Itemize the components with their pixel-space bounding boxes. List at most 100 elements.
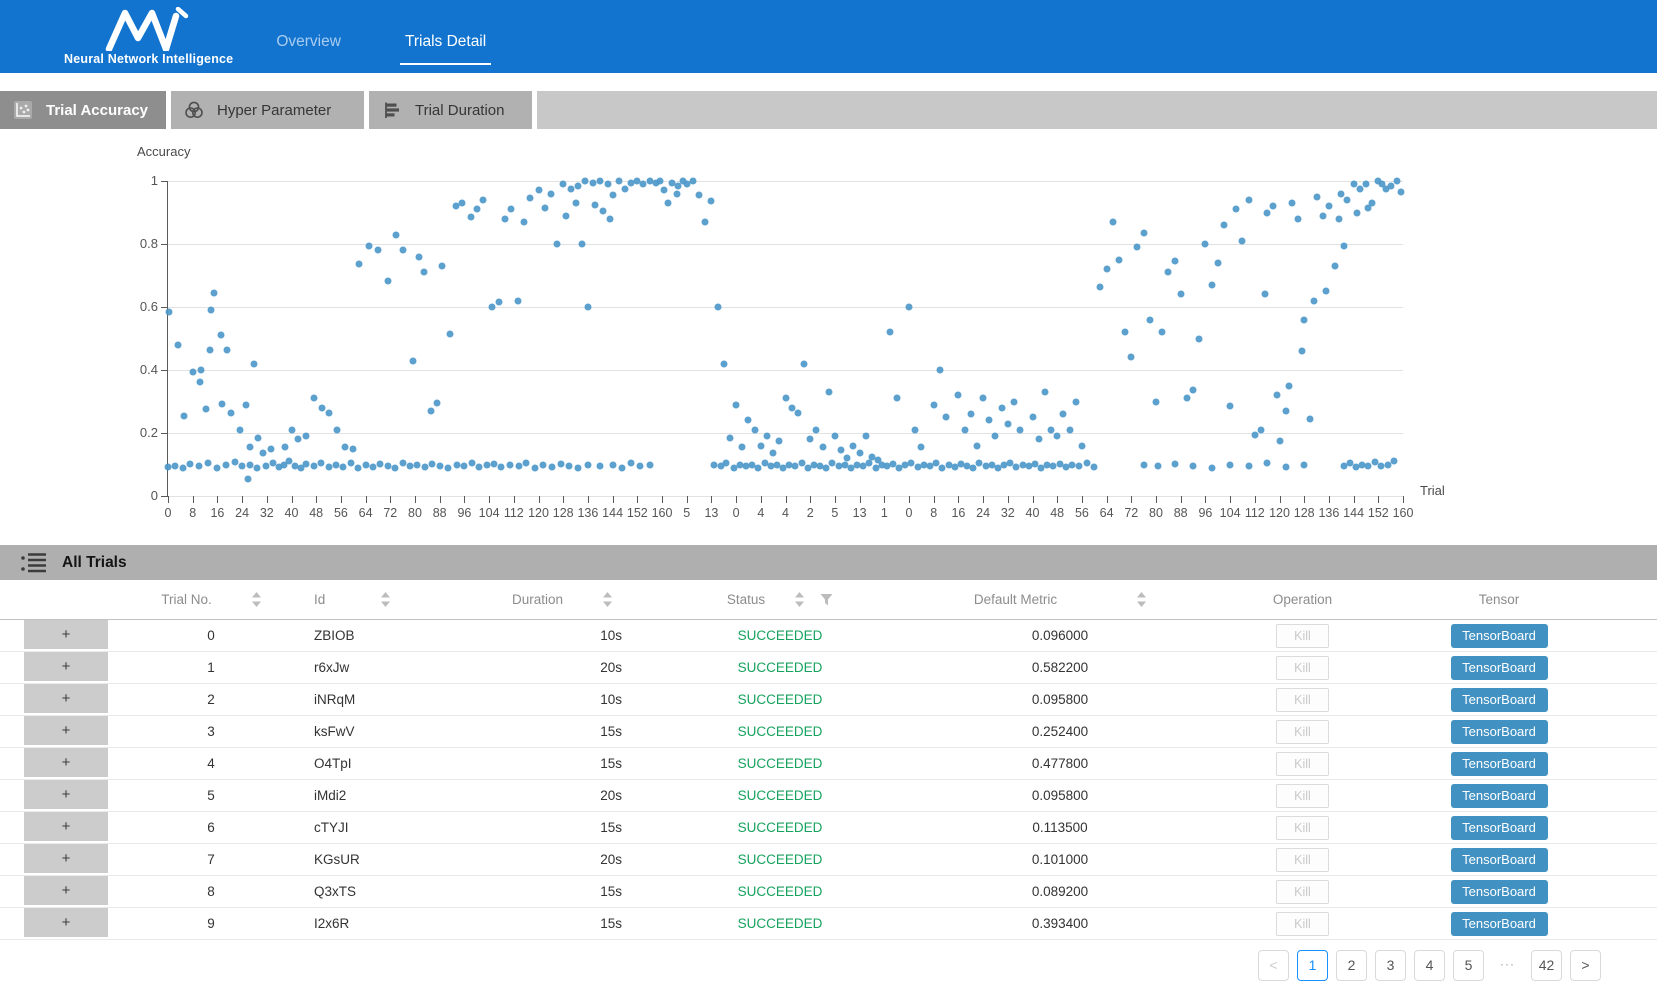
scatter-point[interactable] <box>562 212 569 219</box>
scatter-point[interactable] <box>1004 420 1011 427</box>
scatter-point[interactable] <box>165 464 172 471</box>
tab-trial-duration[interactable]: Trial Duration <box>369 91 532 129</box>
scatter-point[interactable] <box>439 263 446 270</box>
row-expander[interactable]: + <box>24 876 108 907</box>
scatter-point[interactable] <box>1245 196 1252 203</box>
scatter-point[interactable] <box>179 464 186 471</box>
scatter-point[interactable] <box>887 329 894 336</box>
scatter-point[interactable] <box>560 181 567 188</box>
scatter-point[interactable] <box>198 367 205 374</box>
scatter-point[interactable] <box>384 463 391 470</box>
scatter-point[interactable] <box>1060 411 1067 418</box>
kill-button[interactable]: Kill <box>1276 784 1329 808</box>
scatter-point[interactable] <box>467 214 474 221</box>
scatter-point[interactable] <box>458 200 465 207</box>
filter-icon[interactable] <box>820 593 833 606</box>
page-button[interactable]: 3 <box>1375 950 1406 981</box>
scatter-point[interactable] <box>332 462 339 469</box>
scatter-point[interactable] <box>751 426 758 433</box>
scatter-point[interactable] <box>661 187 668 194</box>
scatter-point[interactable] <box>1134 244 1141 251</box>
scatter-point[interactable] <box>567 185 574 192</box>
scatter-point[interactable] <box>714 304 721 311</box>
scatter-point[interactable] <box>607 215 614 222</box>
scatter-point[interactable] <box>1387 182 1394 189</box>
scatter-point[interactable] <box>1282 464 1289 471</box>
page-button[interactable]: 1 <box>1297 950 1328 981</box>
scatter-point[interactable] <box>1220 222 1227 229</box>
scatter-point[interactable] <box>515 463 522 470</box>
scatter-point[interactable] <box>498 464 505 471</box>
scatter-point[interactable] <box>549 463 556 470</box>
column-status[interactable]: Status <box>680 580 880 619</box>
scatter-point[interactable] <box>739 444 746 451</box>
scatter-point[interactable] <box>246 461 253 468</box>
scatter-point[interactable] <box>318 459 325 466</box>
scatter-point[interactable] <box>197 378 204 385</box>
scatter-point[interactable] <box>535 187 542 194</box>
scatter-point[interactable] <box>495 299 502 306</box>
scatter-point[interactable] <box>1356 185 1363 192</box>
scatter-point[interactable] <box>1017 426 1024 433</box>
scatter-point[interactable] <box>733 401 740 408</box>
scatter-point[interactable] <box>1270 203 1277 210</box>
scatter-point[interactable] <box>1393 178 1400 185</box>
scatter-point[interactable] <box>819 444 826 451</box>
scatter-point[interactable] <box>461 463 468 470</box>
sort-arrows-icon[interactable] <box>381 592 390 607</box>
scatter-point[interactable] <box>973 442 980 449</box>
scatter-point[interactable] <box>187 461 194 468</box>
scatter-point[interactable] <box>597 463 604 470</box>
scatter-point[interactable] <box>936 367 943 374</box>
chart-plot-area[interactable]: 10.80.60.40.2008162432404856647280889610… <box>167 181 1403 497</box>
scatter-point[interactable] <box>420 269 427 276</box>
tensorboard-button[interactable]: TensorBoard <box>1451 848 1548 872</box>
scatter-point[interactable] <box>1159 329 1166 336</box>
kill-button[interactable]: Kill <box>1276 848 1329 872</box>
scatter-point[interactable] <box>203 405 210 412</box>
scatter-point[interactable] <box>224 347 231 354</box>
scatter-point[interactable] <box>219 401 226 408</box>
scatter-point[interactable] <box>491 460 498 467</box>
scatter-point[interactable] <box>1295 215 1302 222</box>
scatter-point[interactable] <box>239 463 246 470</box>
scatter-point[interactable] <box>384 277 391 284</box>
scatter-point[interactable] <box>1091 464 1098 471</box>
scatter-point[interactable] <box>776 437 783 444</box>
scatter-point[interactable] <box>340 463 347 470</box>
sort-arrows-icon[interactable] <box>1137 592 1146 607</box>
scatter-point[interactable] <box>1041 389 1048 396</box>
scatter-point[interactable] <box>1103 266 1110 273</box>
scatter-point[interactable] <box>1307 415 1314 422</box>
scatter-point[interactable] <box>399 247 406 254</box>
scatter-point[interactable] <box>181 412 188 419</box>
scatter-point[interactable] <box>255 434 262 441</box>
kill-button[interactable]: Kill <box>1276 624 1329 648</box>
scatter-point[interactable] <box>906 304 913 311</box>
page-button[interactable]: < <box>1258 950 1289 981</box>
scatter-point[interactable] <box>526 195 533 202</box>
scatter-point[interactable] <box>850 442 857 449</box>
scatter-point[interactable] <box>334 426 341 433</box>
scatter-point[interactable] <box>554 241 561 248</box>
scatter-point[interactable] <box>566 463 573 470</box>
kill-button[interactable]: Kill <box>1276 880 1329 904</box>
scatter-point[interactable] <box>362 462 369 469</box>
scatter-point[interactable] <box>172 462 179 469</box>
scatter-point[interactable] <box>636 463 643 470</box>
scatter-point[interactable] <box>260 450 267 457</box>
scatter-point[interactable] <box>986 417 993 424</box>
scatter-point[interactable] <box>609 461 616 468</box>
scatter-point[interactable] <box>246 444 253 451</box>
scatter-point[interactable] <box>520 218 527 225</box>
kill-button[interactable]: Kill <box>1276 720 1329 744</box>
scatter-point[interactable] <box>1251 431 1258 438</box>
scatter-point[interactable] <box>745 417 752 424</box>
scatter-point[interactable] <box>1311 297 1318 304</box>
scatter-point[interactable] <box>218 332 225 339</box>
row-expander[interactable]: + <box>24 620 108 651</box>
scatter-point[interactable] <box>523 460 530 467</box>
scatter-point[interactable] <box>708 198 715 205</box>
scatter-point[interactable] <box>918 444 925 451</box>
scatter-point[interactable] <box>473 206 480 213</box>
